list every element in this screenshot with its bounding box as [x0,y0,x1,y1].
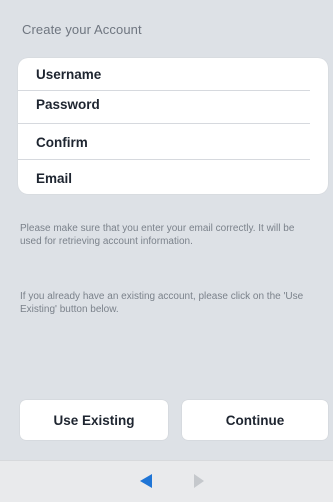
existing-account-info-text: If you already have an existing account,… [20,291,304,315]
email-info-text: Please make sure that you enter your ema… [20,223,295,247]
page-title: Create your Account [22,22,142,37]
navigation-toolbar [0,460,333,502]
confirm-field[interactable]: Confirm [18,126,295,159]
form-divider [18,123,310,124]
password-field[interactable]: Password [18,88,295,121]
use-existing-button[interactable]: Use Existing [20,400,168,440]
email-field[interactable]: Email [18,162,295,195]
username-label: Username [36,67,102,82]
username-field[interactable]: Username [18,58,295,91]
password-label: Password [36,97,100,112]
continue-button[interactable]: Continue [182,400,328,440]
email-label: Email [36,171,73,186]
forward-arrow-icon[interactable] [194,474,204,488]
confirm-label: Confirm [36,135,88,150]
back-arrow-icon[interactable] [140,474,152,488]
form-divider [18,159,310,160]
